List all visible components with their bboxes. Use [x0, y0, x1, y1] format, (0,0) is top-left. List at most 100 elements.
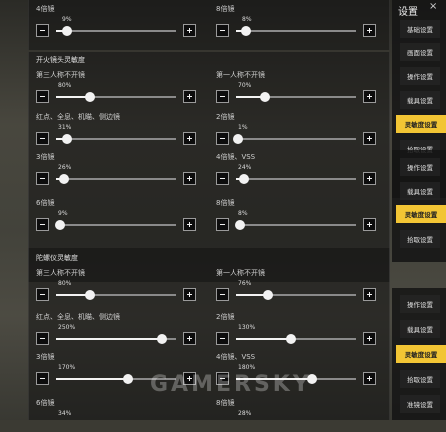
- slider-track[interactable]: [56, 26, 176, 36]
- slider-gyro-6x-scope[interactable]: 6倍镜 34%: [36, 398, 196, 432]
- slider-value: 26%: [58, 164, 72, 171]
- increase-button[interactable]: [363, 90, 376, 103]
- sidebar-item-basic[interactable]: 基础设置: [400, 20, 440, 38]
- slider-thumb[interactable]: [54, 220, 65, 230]
- decrease-button[interactable]: [36, 132, 49, 145]
- sidebar-item-controls[interactable]: 操作设置: [400, 67, 440, 85]
- slider-4x-scope-vss[interactable]: 4倍镜、VSS 24%: [216, 152, 376, 186]
- sidebar-item-sensitivity[interactable]: 灵敏度设置: [396, 115, 446, 133]
- decrease-button[interactable]: [216, 90, 229, 103]
- slider-thumb[interactable]: [123, 374, 133, 384]
- decrease-button[interactable]: [216, 218, 229, 231]
- increase-button[interactable]: [183, 24, 196, 37]
- slider-thumb[interactable]: [61, 134, 72, 144]
- sidebar-item-scope[interactable]: 准镜设置: [400, 395, 440, 413]
- sidebar-item-controls[interactable]: 操作设置: [400, 295, 440, 313]
- decrease-button[interactable]: [36, 372, 49, 385]
- slider-thumb[interactable]: [259, 92, 270, 102]
- sidebar-item-pickup[interactable]: 拾取设置: [400, 230, 440, 248]
- slider-gyro-red-dot[interactable]: 红点、全息、机瞄、侧边镜 250%: [36, 312, 196, 346]
- slider-thumb[interactable]: [156, 334, 167, 344]
- sidebar-item-vehicle[interactable]: 载具设置: [400, 320, 440, 338]
- slider-track[interactable]: [236, 334, 356, 344]
- slider-value: 9%: [62, 16, 72, 23]
- increase-button[interactable]: [183, 218, 196, 231]
- slider-track[interactable]: [56, 174, 176, 184]
- slider-label: 8倍镜: [216, 199, 235, 207]
- decrease-button[interactable]: [36, 332, 49, 345]
- increase-button[interactable]: [363, 172, 376, 185]
- sidebar-item-controls[interactable]: 操作设置: [400, 158, 440, 176]
- slider-thumb[interactable]: [61, 26, 72, 36]
- decrease-button[interactable]: [216, 132, 229, 145]
- increase-button[interactable]: [363, 288, 376, 301]
- slider-2x-scope[interactable]: 2倍镜 1%: [216, 112, 376, 146]
- slider-8x-scope[interactable]: 8倍镜 8%: [216, 198, 376, 232]
- sidebar-item-sensitivity[interactable]: 灵敏度设置: [396, 205, 446, 223]
- slider-first-person[interactable]: 第一人称不开镜 70%: [216, 70, 376, 104]
- slider-red-dot[interactable]: 红点、全息、机瞄、侧边镜 31%: [36, 112, 196, 146]
- slider-gyro-third-person[interactable]: 第三人称不开镜 80%: [36, 268, 196, 302]
- sidebar-item-vehicle[interactable]: 载具设置: [400, 182, 440, 200]
- slider-label: 4倍镜、VSS: [216, 153, 256, 161]
- slider-track[interactable]: [236, 92, 356, 102]
- slider-thumb[interactable]: [263, 290, 274, 300]
- slider-label: 第一人称不开镜: [216, 269, 265, 277]
- slider-thumb[interactable]: [239, 174, 250, 184]
- increase-button[interactable]: [363, 24, 376, 37]
- slider-thumb[interactable]: [59, 174, 70, 184]
- slider-track[interactable]: [56, 134, 176, 144]
- increase-button[interactable]: [183, 172, 196, 185]
- slider-track[interactable]: [233, 134, 356, 144]
- slider-track[interactable]: [54, 220, 176, 230]
- increase-button[interactable]: [183, 90, 196, 103]
- slider-gyro-8x-scope[interactable]: 8倍镜 28%: [216, 398, 376, 432]
- increase-button[interactable]: [183, 132, 196, 145]
- close-icon[interactable]: ×: [429, 1, 437, 12]
- slider-label: 8倍镜: [216, 5, 235, 13]
- slider-6x-scope[interactable]: 6倍镜 9%: [36, 198, 196, 232]
- slider-track[interactable]: [236, 26, 356, 36]
- slider-track[interactable]: [234, 220, 356, 230]
- sidebar-item-graphics[interactable]: 画面设置: [400, 43, 440, 61]
- slider-track[interactable]: [56, 334, 176, 344]
- decrease-button[interactable]: [36, 90, 49, 103]
- increase-button[interactable]: [183, 288, 196, 301]
- increase-button[interactable]: [363, 332, 376, 345]
- increase-button[interactable]: [363, 372, 376, 385]
- slider-thumb[interactable]: [84, 92, 95, 102]
- slider-label: 2倍镜: [216, 313, 235, 321]
- slider-third-person[interactable]: 第三人称不开镜 80%: [36, 70, 196, 104]
- slider-gyro-2x-scope[interactable]: 2倍镜 130%: [216, 312, 376, 346]
- slider-thumb[interactable]: [286, 334, 297, 344]
- decrease-button[interactable]: [216, 288, 229, 301]
- decrease-button[interactable]: [216, 24, 229, 37]
- slider-track[interactable]: [236, 290, 356, 300]
- slider-value: 70%: [238, 82, 252, 89]
- slider-thumb[interactable]: [84, 290, 95, 300]
- slider-gyro-first-person[interactable]: 第一人称不开镜 76%: [216, 268, 376, 302]
- slider-label: 3倍镜: [36, 353, 55, 361]
- decrease-button[interactable]: [36, 24, 49, 37]
- increase-button[interactable]: [363, 132, 376, 145]
- slider-track[interactable]: [56, 290, 176, 300]
- sidebar-item-sensitivity[interactable]: 灵敏度设置: [396, 345, 446, 363]
- decrease-button[interactable]: [36, 218, 49, 231]
- sidebar-item-vehicle[interactable]: 载具设置: [400, 91, 440, 109]
- decrease-button[interactable]: [36, 288, 49, 301]
- slider-track[interactable]: [236, 174, 356, 184]
- slider-value: 31%: [58, 124, 72, 131]
- sidebar-item-pickup[interactable]: 拾取设置: [400, 370, 440, 388]
- slider-8x-scope-top[interactable]: 8倍镜 8%: [216, 4, 376, 38]
- increase-button[interactable]: [183, 332, 196, 345]
- decrease-button[interactable]: [216, 172, 229, 185]
- slider-3x-scope[interactable]: 3倍镜 26%: [36, 152, 196, 186]
- slider-thumb[interactable]: [234, 220, 245, 230]
- increase-button[interactable]: [363, 218, 376, 231]
- slider-thumb[interactable]: [233, 134, 244, 144]
- decrease-button[interactable]: [216, 332, 229, 345]
- slider-4x-scope-top[interactable]: 4倍镜 9%: [36, 4, 196, 38]
- slider-thumb[interactable]: [240, 26, 251, 36]
- decrease-button[interactable]: [36, 172, 49, 185]
- slider-track[interactable]: [56, 92, 176, 102]
